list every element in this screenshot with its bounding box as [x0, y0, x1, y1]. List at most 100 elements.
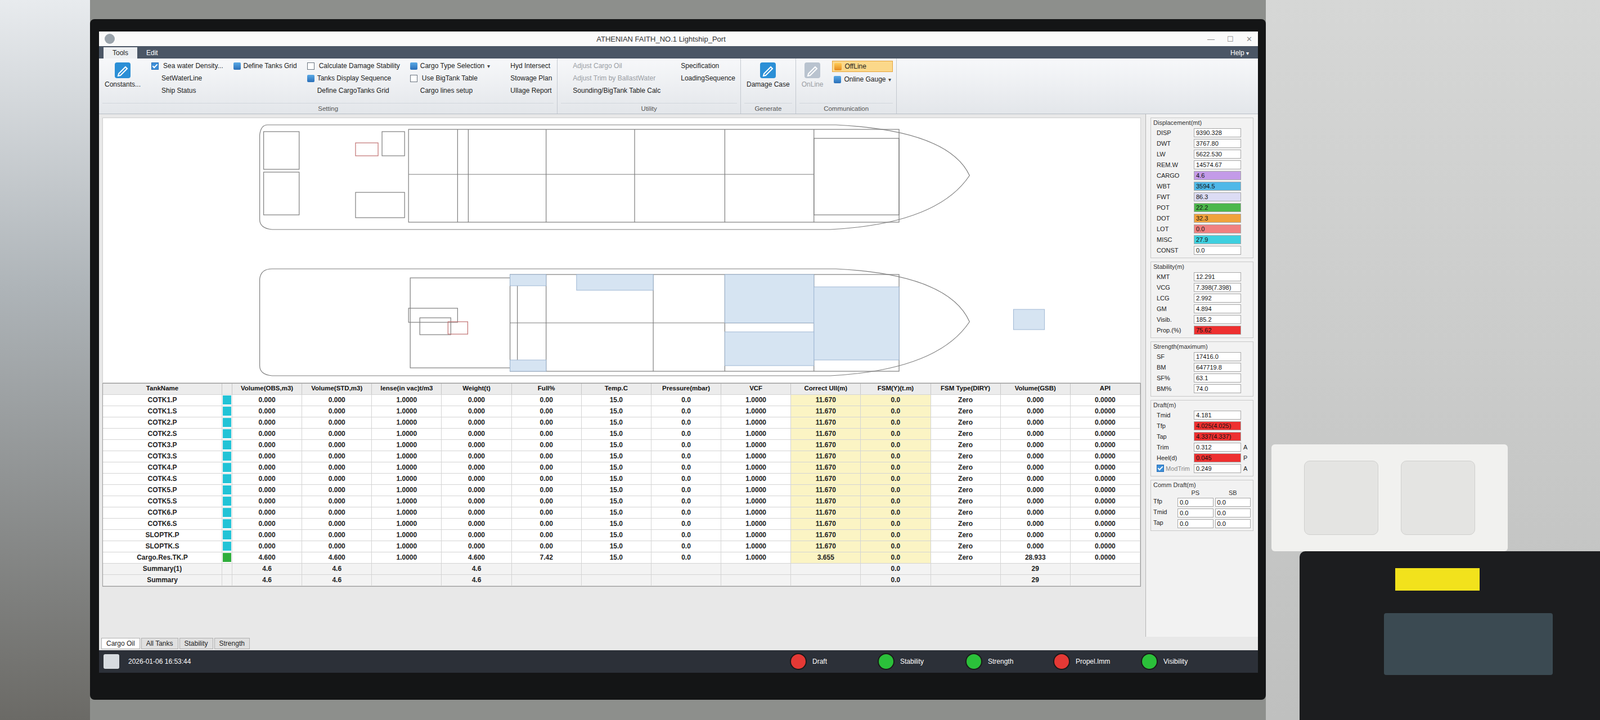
- column-header[interactable]: VCF: [721, 383, 791, 395]
- table-row[interactable]: COTK4.S0.0000.0001.00000.0000.0015.00.01…: [102, 473, 1141, 485]
- ribbon-large-button[interactable]: Damage Case: [744, 60, 793, 90]
- window-control[interactable]: —: [1207, 34, 1215, 44]
- table-row[interactable]: COTK2.S0.0000.0001.00000.0000.0015.00.01…: [102, 428, 1141, 440]
- table-row[interactable]: COTK6.S0.0000.0001.00000.0000.0015.00.01…: [102, 518, 1141, 530]
- value-row: Heel(d)0.045P: [1153, 452, 1251, 464]
- table-cell: 0.000: [232, 439, 303, 451]
- column-header[interactable]: Volume(STD,m3): [302, 383, 372, 395]
- value-field: 63.1: [1193, 373, 1242, 383]
- table-row[interactable]: Summary4.64.64.60.029: [102, 574, 1141, 587]
- table-row[interactable]: COTK3.P0.0000.0001.00000.0000.0015.00.01…: [102, 439, 1141, 452]
- bottom-tab[interactable]: Cargo Oil: [101, 637, 141, 650]
- column-header[interactable]: TankName: [102, 383, 223, 395]
- ribbon-item[interactable]: Ullage Report: [498, 85, 554, 96]
- menu-tab[interactable]: Tools: [103, 47, 138, 59]
- ribbon-item[interactable]: Hyd Intersect: [498, 60, 554, 71]
- menu-tab[interactable]: Edit: [137, 47, 168, 59]
- table-row[interactable]: SLOPTK.P0.0000.0001.00000.0000.0015.00.0…: [102, 529, 1141, 542]
- ribbon-item[interactable]: Online Gauge▾: [832, 74, 893, 85]
- comm-draft-section: Comm Draft(m)PSSBTfp0.00.0Tmid0.00.0Tap0…: [1150, 479, 1254, 532]
- checkbox-icon[interactable]: [151, 62, 159, 70]
- table-row[interactable]: SLOPTK.S0.0000.0001.00000.0000.0015.00.0…: [102, 541, 1141, 553]
- ribbon-item[interactable]: Sea water Density...: [149, 60, 226, 71]
- table-cell: 0.000: [1000, 451, 1071, 462]
- checkbox-icon[interactable]: [1156, 464, 1164, 473]
- checkbox-icon[interactable]: [410, 74, 418, 83]
- value-label: Trim: [1153, 443, 1192, 451]
- help-menu[interactable]: Help ▾: [1225, 47, 1254, 59]
- value-field: 4.894: [1193, 304, 1242, 314]
- tank-name: SLOPTK.S: [102, 541, 223, 552]
- column-header[interactable]: Volume(OBS,m3): [232, 383, 303, 395]
- ribbon-item[interactable]: Ship Status: [149, 85, 226, 96]
- table-row[interactable]: COTK5.S0.0000.0001.00000.0000.0015.00.01…: [102, 496, 1141, 508]
- ribbon-item[interactable]: Define Tanks Grid: [231, 60, 299, 71]
- ribbon-item[interactable]: OffLine: [832, 60, 893, 73]
- table-row[interactable]: COTK3.S0.0000.0001.00000.0000.0015.00.01…: [102, 451, 1141, 463]
- value-field: 647719.8: [1193, 362, 1242, 372]
- value-row: FWT86.3: [1153, 191, 1251, 202]
- table-row[interactable]: COTK1.P0.0000.0001.00000.0000.0015.00.01…: [102, 394, 1141, 407]
- ribbon-item[interactable]: Use BigTank Table: [408, 73, 493, 84]
- ribbon-item[interactable]: Adjust Trim by BallastWater: [560, 73, 663, 84]
- value-field: 7.398(7.398): [1193, 282, 1242, 292]
- table-cell: 0.000: [232, 529, 303, 541]
- ribbon-large-button[interactable]: Constants...: [102, 60, 143, 90]
- tank-color: [222, 451, 233, 462]
- tank-color: [222, 406, 233, 417]
- ribbon-item[interactable]: Define CargoTanks Grid: [305, 85, 402, 96]
- ribbon-item[interactable]: Stowage Plan: [498, 73, 554, 84]
- column-header[interactable]: Correct Ull(m): [790, 383, 861, 395]
- ribbon-item[interactable]: Calculate Damage Stability: [305, 60, 402, 71]
- ribbon-item[interactable]: Sounding/BigTank Table Calc: [560, 85, 663, 96]
- table-row[interactable]: Summary(1)4.64.64.60.029: [102, 563, 1141, 575]
- column-header[interactable]: Full%: [511, 383, 582, 395]
- table-cell: 0.000: [232, 406, 303, 417]
- ribbon-item[interactable]: Cargo Type Selection▾: [408, 60, 493, 71]
- column-header[interactable]: FSM(Y)(t.m): [860, 383, 931, 395]
- table-row[interactable]: COTK2.P0.0000.0001.00000.0000.0015.00.01…: [102, 417, 1141, 429]
- tank-color-swatch: [222, 406, 232, 416]
- ribbon-group: Adjust Cargo Oil Adjust Trim by BallastWa…: [557, 58, 741, 114]
- ribbon-item[interactable]: SetWaterLine: [149, 73, 226, 84]
- table-row[interactable]: COTK5.P0.0000.0001.00000.0000.0015.00.01…: [102, 484, 1141, 497]
- table-row[interactable]: COTK6.P0.0000.0001.00000.0000.0015.00.01…: [102, 507, 1141, 519]
- table-cell: 0.00: [511, 507, 582, 519]
- column-header[interactable]: Pressure(mbar): [651, 383, 722, 395]
- column-header[interactable]: Temp.C: [581, 383, 652, 395]
- app-logo-icon[interactable]: [104, 33, 115, 44]
- bottom-tab[interactable]: All Tanks: [141, 637, 179, 650]
- table-row[interactable]: COTK4.P0.0000.0001.00000.0000.0015.00.01…: [102, 462, 1141, 474]
- window-control[interactable]: ✕: [1246, 34, 1253, 44]
- ribbon-item[interactable]: Cargo lines setup: [408, 85, 493, 96]
- ribbon-item[interactable]: Tanks Display Sequence: [305, 73, 402, 84]
- bottom-tab[interactable]: Stability: [179, 637, 214, 650]
- ribbon-item[interactable]: Adjust Cargo Oil: [560, 60, 663, 71]
- column-header[interactable]: lense(in vac)t/m3: [371, 383, 442, 395]
- photo-scene: ATHENIAN FAITH_NO.1 Lightship_Port—☐✕Too…: [0, 0, 1600, 720]
- table-row[interactable]: COTK1.S0.0000.0001.00000.0000.0015.00.01…: [102, 406, 1141, 418]
- table-cell: 0.000: [302, 394, 372, 406]
- status-dot-icon: [877, 653, 895, 671]
- table-row[interactable]: Cargo.Res.TK.P4.6004.6001.00004.6007.421…: [102, 552, 1141, 564]
- ribbon-item[interactable]: Specification: [668, 60, 737, 71]
- checkbox-icon[interactable]: [307, 62, 315, 70]
- table-cell: 0.0: [860, 496, 931, 507]
- ribbon-large-button[interactable]: OnLine: [799, 60, 826, 90]
- table-header: TankName Volume(OBS,m3)Volume(STD,m3)lens…: [102, 383, 1141, 395]
- tank-name: COTK1.P: [102, 394, 223, 406]
- table-cell: 0.0: [860, 473, 931, 485]
- value-row: GM4.894: [1153, 303, 1251, 314]
- column-header[interactable]: [222, 383, 233, 395]
- bottom-tab[interactable]: Strength: [214, 637, 250, 650]
- column-header[interactable]: FSM Type(DIRY): [931, 383, 1001, 395]
- column-header[interactable]: Weight(t): [441, 383, 512, 395]
- column-header[interactable]: API: [1070, 383, 1141, 395]
- value-label: ModTrim: [1153, 464, 1192, 473]
- table-cell: 0.000: [302, 462, 372, 474]
- table-cell: [511, 574, 582, 586]
- column-header[interactable]: Volume(GSB): [1000, 383, 1071, 395]
- comm-value: 0.0: [1215, 508, 1252, 518]
- ribbon-item[interactable]: LoadingSequence: [668, 73, 737, 84]
- window-control[interactable]: ☐: [1227, 34, 1234, 44]
